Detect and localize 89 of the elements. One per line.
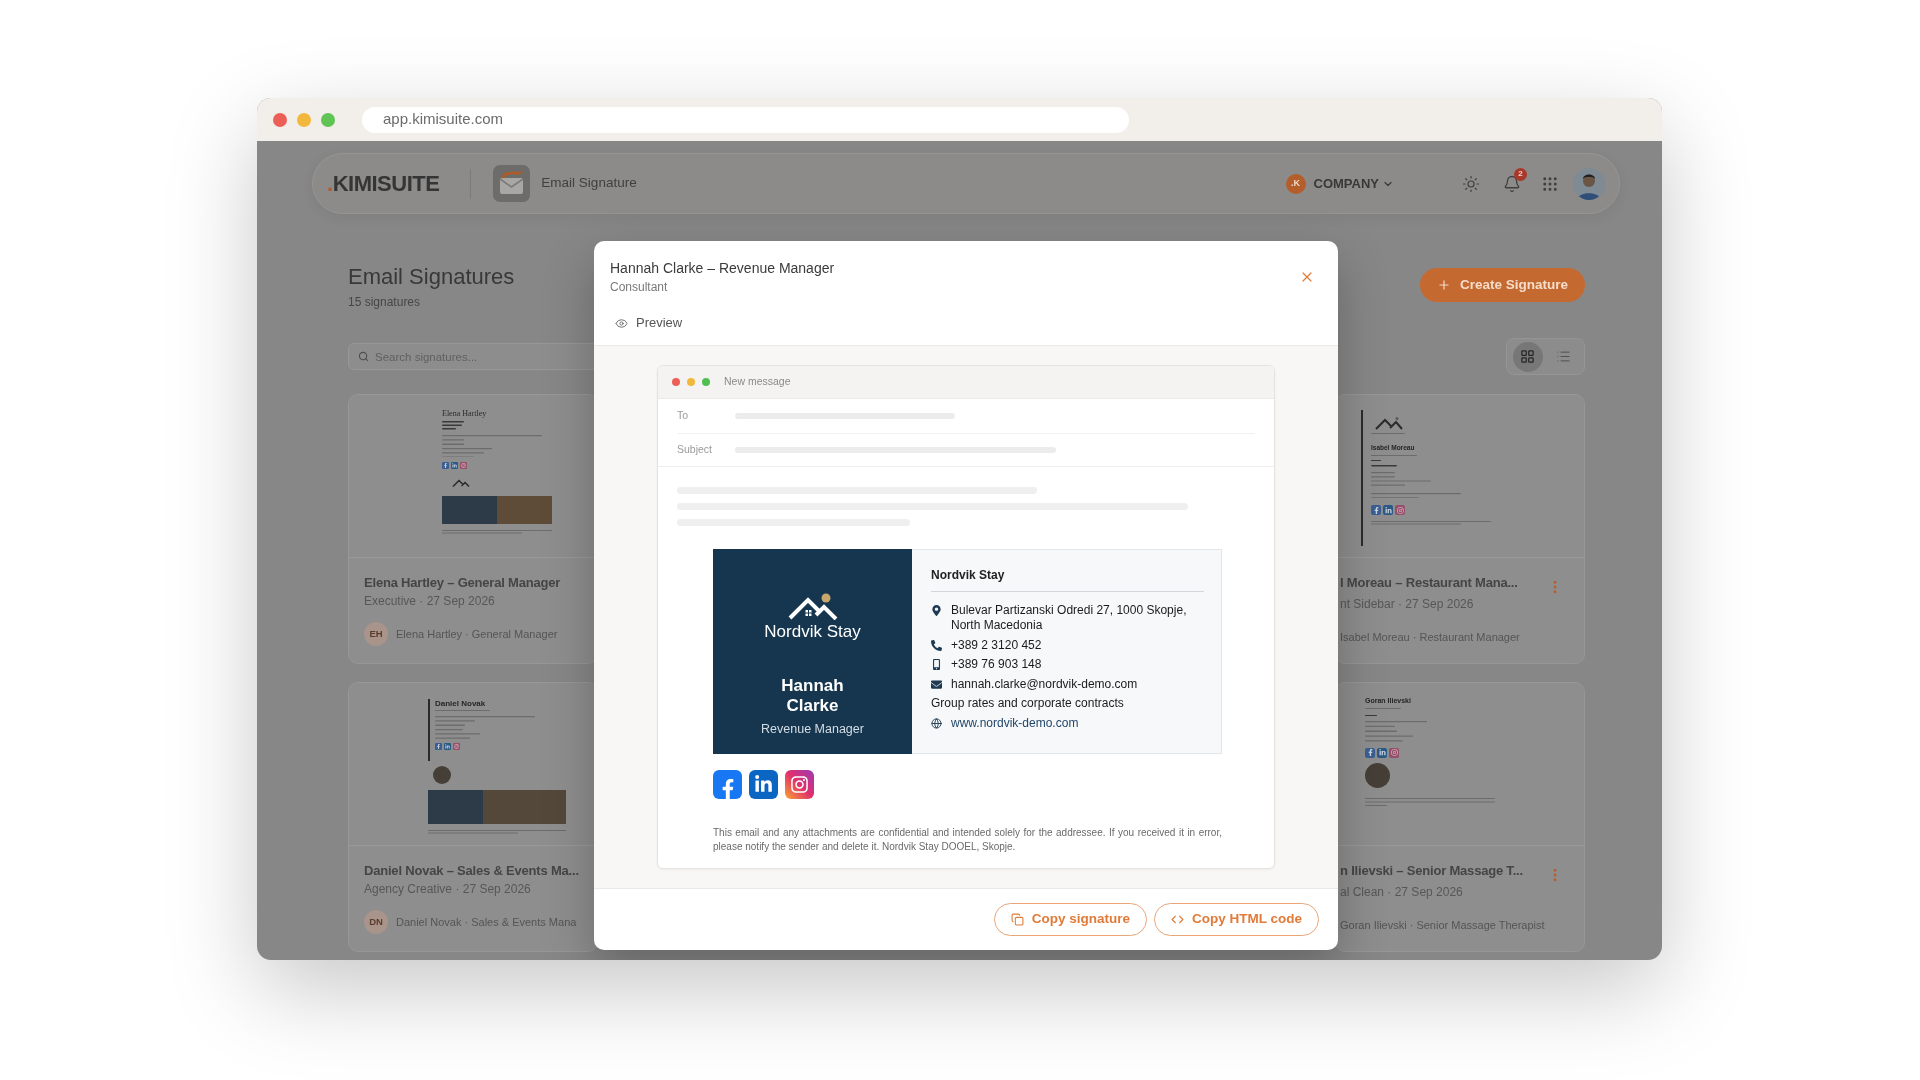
mobile-phone-icon — [931, 659, 942, 670]
email-address: hannah.clarke@nordvik-demo.com — [951, 676, 1138, 692]
page-title: Email Signatures — [348, 263, 515, 291]
brand-name: Nordvik Stay — [764, 621, 861, 643]
window-close-icon[interactable] — [273, 112, 287, 127]
signature-count: 15 signatures — [348, 295, 421, 310]
instagram-icon — [453, 743, 460, 751]
phone-number: +389 2 3120 452 — [951, 637, 1042, 653]
window-zoom-icon[interactable] — [321, 112, 335, 127]
photo-placeholder — [1365, 762, 1390, 788]
facebook-icon — [442, 462, 449, 470]
linkedin-icon — [451, 462, 458, 470]
sun-icon[interactable] — [1462, 174, 1480, 193]
card-owner: Daniel Novak · Sales & Events Mana — [396, 914, 577, 930]
company-selector[interactable]: COMPANY — [1313, 173, 1394, 194]
text-lines-drawing — [1365, 721, 1427, 742]
create-signature-button[interactable]: Create Signature — [1420, 268, 1585, 302]
plus-icon — [1436, 278, 1451, 292]
address-bar[interactable]: app.kimisuite.com — [362, 106, 1129, 133]
person-name: Hannah Clarke — [780, 676, 845, 716]
text-lines-drawing — [1371, 465, 1397, 467]
photo-placeholder — [433, 766, 451, 784]
text-lines-drawing — [1371, 455, 1417, 457]
window-minimize-icon[interactable] — [297, 112, 311, 127]
instagram-icon — [460, 462, 467, 470]
instagram-icon — [1395, 505, 1405, 516]
list-icon — [1556, 349, 1571, 364]
dialog-title: Hannah Clarke – Revenue Manager — [610, 259, 835, 277]
envelope-icon — [931, 678, 942, 690]
linkedin-icon[interactable] — [749, 770, 778, 799]
preview-tab[interactable]: Preview — [615, 313, 683, 333]
note-text: Group rates and corporate contracts — [931, 696, 1124, 711]
company-badge: .K — [1285, 173, 1306, 194]
notification-badge: 2 — [1514, 167, 1527, 181]
person-role: Revenue Manager — [761, 721, 864, 737]
text-lines-drawing — [1365, 715, 1377, 717]
user-avatar-icon[interactable] — [1573, 167, 1605, 200]
card-title: l Moreau – Restaurant Mana... — [1340, 574, 1518, 592]
apps-grid-icon[interactable] — [1541, 174, 1559, 193]
linkedin-icon — [1383, 505, 1393, 516]
card-title: Daniel Novak – Sales & Events Ma... — [364, 862, 579, 880]
facebook-icon — [1365, 747, 1375, 758]
initials-avatar: EH — [364, 622, 388, 646]
facebook-icon — [435, 743, 442, 751]
card-owner: Elena Hartley · General Manager — [396, 626, 558, 642]
globe-icon — [931, 717, 942, 729]
search-icon — [358, 351, 369, 362]
text-lines-drawing — [435, 710, 490, 712]
map-pin-icon — [931, 605, 942, 616]
copy-icon — [1010, 913, 1024, 926]
initials-avatar: DN — [364, 910, 388, 934]
window-minimize-icon — [687, 378, 695, 386]
facebook-icon[interactable] — [713, 770, 742, 799]
envelope-app-icon[interactable] — [493, 165, 531, 202]
text-lines-drawing — [1365, 708, 1401, 710]
compose-window-title: New message — [724, 374, 791, 390]
disclaimer-text: This email and any attachments are confidential and intended solely for the addressee. If you received it in error, please notify the sender and delete it. Nordvik Stay DOOEL, Skopje. — [713, 826, 1222, 854]
thumbnail-name: Daniel Novak — [435, 699, 486, 708]
instagram-icon[interactable] — [785, 770, 814, 799]
card-title: Elena Hartley – General Manager — [364, 574, 561, 592]
text-lines-drawing — [1371, 460, 1381, 462]
text-lines-drawing — [442, 421, 464, 430]
address-text: Bulevar Partizanski Odredi 27, 1000 Skopje, North Macedonia — [951, 603, 1188, 633]
thumbnail-name: Elena Hartley — [442, 409, 487, 418]
grid-view-button[interactable] — [1512, 341, 1543, 372]
grid-icon — [1520, 349, 1535, 364]
dialog-subtitle: Consultant — [610, 279, 668, 295]
window-close-icon — [672, 378, 680, 386]
eye-icon — [615, 316, 628, 330]
text-lines-drawing — [1371, 433, 1405, 435]
text-lines-drawing — [1371, 471, 1431, 486]
app-logo[interactable]: .KIMISUITE — [327, 170, 440, 197]
mobile-number: +389 76 903 148 — [951, 657, 1042, 672]
code-icon — [1171, 913, 1184, 926]
linkedin-icon — [444, 743, 451, 751]
app-name: Email Signature — [541, 174, 637, 193]
card-title: n Ilievski – Senior Massage T... — [1340, 862, 1523, 880]
window-zoom-icon — [702, 378, 710, 386]
instagram-icon — [1389, 747, 1399, 758]
roof-logo-icon — [1374, 416, 1404, 430]
phone-icon — [931, 639, 942, 651]
facebook-icon — [1371, 505, 1381, 516]
roof-logo-icon — [452, 478, 470, 488]
field-label: Subject — [677, 442, 714, 458]
website-link[interactable]: www.nordvik-demo.com — [951, 715, 1079, 731]
field-label: To — [677, 408, 690, 424]
notification-bell-icon[interactable] — [1503, 174, 1521, 193]
company-name: Nordvik Stay — [931, 567, 1006, 583]
linkedin-icon — [1377, 747, 1387, 758]
